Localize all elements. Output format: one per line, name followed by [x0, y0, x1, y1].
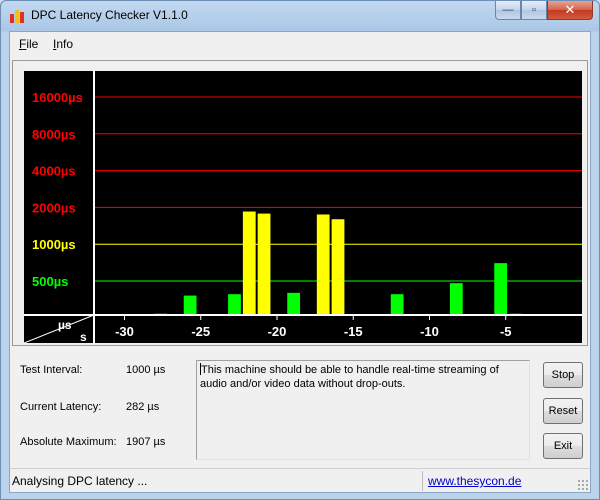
- latency-chart: 16000µs 8000µs 4000µs 2000µs 1000µs 500µs -30…: [24, 71, 582, 344]
- status-message: This machine should be able to handle re…: [200, 364, 499, 390]
- app-bars-icon: [9, 8, 25, 24]
- x-unit-label: s: [80, 330, 87, 344]
- exit-button[interactable]: Exit: [543, 433, 583, 459]
- reset-button[interactable]: Reset: [543, 398, 583, 424]
- test-interval-value: 1000 µs: [126, 364, 166, 376]
- menu-file[interactable]: File: [19, 37, 38, 51]
- x-tick-label: -15: [344, 324, 363, 339]
- y-tick-label: 500µs: [32, 274, 68, 289]
- y-tick-label: 16000µs: [32, 90, 83, 105]
- minimize-button[interactable]: —: [495, 1, 521, 20]
- status-message-box: This machine should be able to handle re…: [196, 360, 530, 460]
- latency-bar: [494, 263, 508, 315]
- x-tick-label: -10: [420, 324, 439, 339]
- window-controls: — ▫ ✕: [495, 1, 593, 21]
- latency-bar: [449, 283, 463, 315]
- menu-info-label: nfo: [56, 37, 74, 51]
- absolute-maximum-label: Absolute Maximum:: [20, 436, 117, 448]
- latency-chart-frame: 16000µs 8000µs 4000µs 2000µs 1000µs 500µs -30…: [12, 60, 588, 346]
- x-tick-label: -25: [191, 324, 210, 339]
- y-unit-label: µs: [58, 318, 72, 332]
- status-separator: [422, 471, 423, 491]
- window-title: DPC Latency Checker V1.1.0: [31, 8, 188, 22]
- status-text: Analysing DPC latency ...: [12, 474, 148, 488]
- resize-grip[interactable]: [577, 479, 589, 491]
- x-tick-label: -30: [115, 324, 134, 339]
- thesycon-link[interactable]: www.thesycon.de: [428, 474, 521, 488]
- y-tick-label: 2000µs: [32, 200, 76, 215]
- latency-bar: [390, 294, 404, 315]
- latency-bar: [316, 214, 330, 315]
- y-tick-label: 1000µs: [32, 237, 76, 252]
- absolute-maximum-value: 1907 µs: [126, 436, 166, 448]
- status-bar: Analysing DPC latency ... www.thesycon.d…: [10, 468, 590, 492]
- test-interval-label: Test Interval:: [20, 364, 83, 376]
- close-button[interactable]: ✕: [547, 1, 593, 20]
- app-window: DPC Latency Checker V1.1.0 — ▫ ✕ File In…: [0, 0, 600, 500]
- latency-bar: [228, 294, 241, 315]
- menu-bar: File Info: [10, 32, 590, 54]
- x-tick-label: -5: [500, 324, 512, 339]
- latency-bar: [287, 292, 301, 315]
- x-tick-label: -20: [268, 324, 287, 339]
- current-latency-label: Current Latency:: [20, 401, 102, 413]
- latency-bar: [242, 211, 256, 315]
- latency-bar: [331, 219, 345, 315]
- title-bar[interactable]: DPC Latency Checker V1.1.0 — ▫ ✕: [1, 1, 599, 31]
- maximize-button[interactable]: ▫: [521, 1, 547, 20]
- stop-button[interactable]: Stop: [543, 362, 583, 388]
- y-tick-label: 4000µs: [32, 164, 76, 179]
- current-latency-value: 282 µs: [126, 401, 160, 413]
- y-tick-label: 8000µs: [32, 127, 76, 142]
- latency-bar: [183, 295, 197, 315]
- menu-info[interactable]: Info: [53, 37, 73, 51]
- latency-bar: [257, 213, 271, 315]
- menu-file-label: ile: [26, 37, 39, 51]
- client-area: File Info 16000µs 8000µs 4000µs 2000µs 1000µ…: [9, 31, 591, 493]
